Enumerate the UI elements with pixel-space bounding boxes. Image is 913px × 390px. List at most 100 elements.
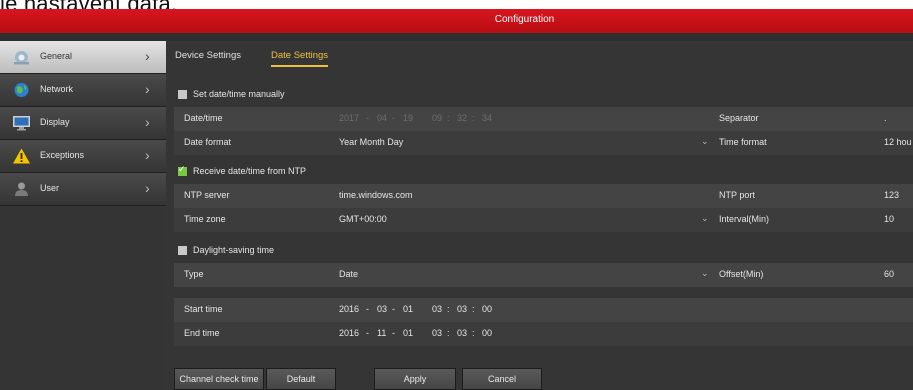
datetime-label: Date/time (184, 113, 223, 123)
tab-bar: Device Settings Date Settings (166, 41, 913, 77)
year-field[interactable]: 2016 (339, 328, 359, 338)
start-time-label: Start time (184, 304, 223, 314)
start-time-row: Start time 2016 - 03 - 01 03 : 03 : 00 (174, 298, 913, 322)
cancel-button[interactable]: Cancel (462, 368, 542, 390)
second-field[interactable]: 00 (482, 304, 492, 314)
time-separator: : (447, 304, 450, 314)
time-format-label: Time format (719, 137, 767, 147)
sidebar: General › Network › Display › Exceptions… (0, 41, 166, 390)
year-field[interactable]: 2016 (339, 304, 359, 314)
date-format-row: Date format Year Month Day ⌄ Time format… (174, 131, 913, 155)
apply-button[interactable]: Apply (374, 368, 456, 390)
end-time-row: End time 2016 - 11 - 01 03 : 03 : 00 (174, 322, 913, 346)
manual-datetime-label: Set date/time manually (193, 89, 285, 99)
time-zone-select[interactable]: GMT+00:00 (339, 214, 387, 224)
channel-check-time-button[interactable]: Channel check time (174, 368, 264, 390)
time-zone-label: Time zone (184, 214, 226, 224)
chevron-down-icon[interactable]: ⌄ (701, 213, 709, 224)
date-separator: - (392, 328, 395, 338)
time-separator: : (472, 113, 475, 123)
sidebar-item-exceptions[interactable]: Exceptions › (0, 140, 166, 173)
minute-field[interactable]: 32 (457, 113, 467, 123)
tab-device-settings[interactable]: Device Settings (175, 50, 241, 61)
sidebar-item-label: Network (40, 84, 74, 94)
year-field[interactable]: 2017 (339, 113, 359, 123)
configuration-window: Configuration General › Network › Displa… (0, 9, 913, 390)
user-icon (15, 182, 28, 196)
sidebar-item-network[interactable]: Network › (0, 74, 166, 107)
ntp-server-row: NTP server time.windows.com NTP port 123 (174, 184, 913, 208)
chevron-down-icon[interactable]: ⌄ (701, 268, 709, 279)
offset-label: Offset(Min) (719, 269, 764, 279)
window-title: Configuration (494, 14, 555, 25)
month-field[interactable]: 11 (377, 328, 386, 338)
date-separator: - (366, 113, 369, 123)
end-time-label: End time (184, 328, 220, 338)
sidebar-item-label: User (40, 183, 60, 193)
interval-input[interactable]: 10 (884, 214, 894, 224)
general-icon (14, 51, 29, 65)
hour-field[interactable]: 09 (432, 113, 442, 123)
chevron-right-icon: › (145, 114, 150, 130)
time-separator: : (447, 113, 450, 123)
warning-icon (13, 148, 30, 164)
sidebar-item-user[interactable]: User › (0, 173, 166, 206)
minute-field[interactable]: 03 (457, 304, 467, 314)
chevron-right-icon: › (145, 81, 150, 97)
hour-field[interactable]: 03 (432, 304, 442, 314)
dst-type-label: Type (184, 269, 204, 279)
date-settings-panel: Device Settings Date Settings Set date/t… (166, 41, 913, 390)
ntp-port-label: NTP port (719, 190, 755, 200)
offset-input[interactable]: 60 (884, 269, 894, 279)
sidebar-item-display[interactable]: Display › (0, 107, 166, 140)
month-field[interactable]: 04 (377, 113, 387, 123)
dst-label: Daylight-saving time (193, 245, 275, 255)
date-separator: - (392, 304, 395, 314)
sidebar-item-label: Exceptions (40, 150, 85, 160)
display-monitor-icon (13, 116, 30, 131)
chevron-right-icon: › (145, 147, 150, 163)
chevron-right-icon: › (145, 48, 150, 64)
sidebar-item-label: General (40, 51, 73, 61)
date-separator: - (392, 113, 395, 123)
chevron-right-icon: › (145, 180, 150, 196)
time-separator: : (472, 304, 475, 314)
chevron-down-icon[interactable]: ⌄ (701, 136, 709, 147)
date-separator: - (366, 304, 369, 314)
interval-label: Interval(Min) (719, 214, 770, 224)
separator-label: Separator (719, 113, 759, 123)
ntp-server-input[interactable]: time.windows.com (339, 190, 413, 200)
ntp-port-input[interactable]: 123 (884, 190, 899, 200)
datetime-row: Date/time 2017 - 04 - 19 09 : 32 : 34 Se… (174, 107, 913, 131)
date-format-select[interactable]: Year Month Day (339, 137, 403, 147)
sidebar-item-label: Display (40, 117, 70, 127)
tab-date-settings[interactable]: Date Settings (271, 50, 329, 67)
hour-field[interactable]: 03 (432, 328, 442, 338)
manual-datetime-checkbox[interactable] (178, 90, 187, 99)
title-bar: Configuration (0, 9, 913, 33)
sidebar-item-general[interactable]: General › (0, 41, 166, 74)
time-zone-row: Time zone GMT+00:00 ⌄ Interval(Min) 10 (174, 208, 913, 232)
start-time-input[interactable]: 2016 - 03 - 01 03 : 03 : 00 (339, 298, 599, 322)
end-time-input[interactable]: 2016 - 11 - 01 03 : 03 : 00 (339, 322, 599, 346)
month-field[interactable]: 03 (377, 304, 387, 314)
default-button[interactable]: Default (266, 368, 336, 390)
time-format-select[interactable]: 12 hou (884, 137, 912, 147)
day-field[interactable]: 01 (403, 304, 413, 314)
ntp-label: Receive date/time from NTP (193, 166, 307, 176)
dst-type-row: Type Date ⌄ Offset(Min) 60 (174, 263, 913, 287)
dst-checkbox[interactable] (178, 246, 187, 255)
ntp-checkbox[interactable] (178, 164, 187, 176)
date-format-label: Date format (184, 137, 232, 147)
separator-value[interactable]: . (884, 113, 887, 123)
date-separator: - (366, 328, 369, 338)
second-field[interactable]: 34 (482, 113, 492, 123)
day-field[interactable]: 19 (403, 113, 413, 123)
ntp-server-label: NTP server (184, 190, 230, 200)
minute-field[interactable]: 03 (457, 328, 467, 338)
datetime-input[interactable]: 2017 - 04 - 19 09 : 32 : 34 (339, 107, 599, 131)
second-field[interactable]: 00 (482, 328, 492, 338)
dst-type-select[interactable]: Date (339, 269, 358, 279)
network-globe-icon (14, 83, 29, 97)
day-field[interactable]: 01 (403, 328, 413, 338)
